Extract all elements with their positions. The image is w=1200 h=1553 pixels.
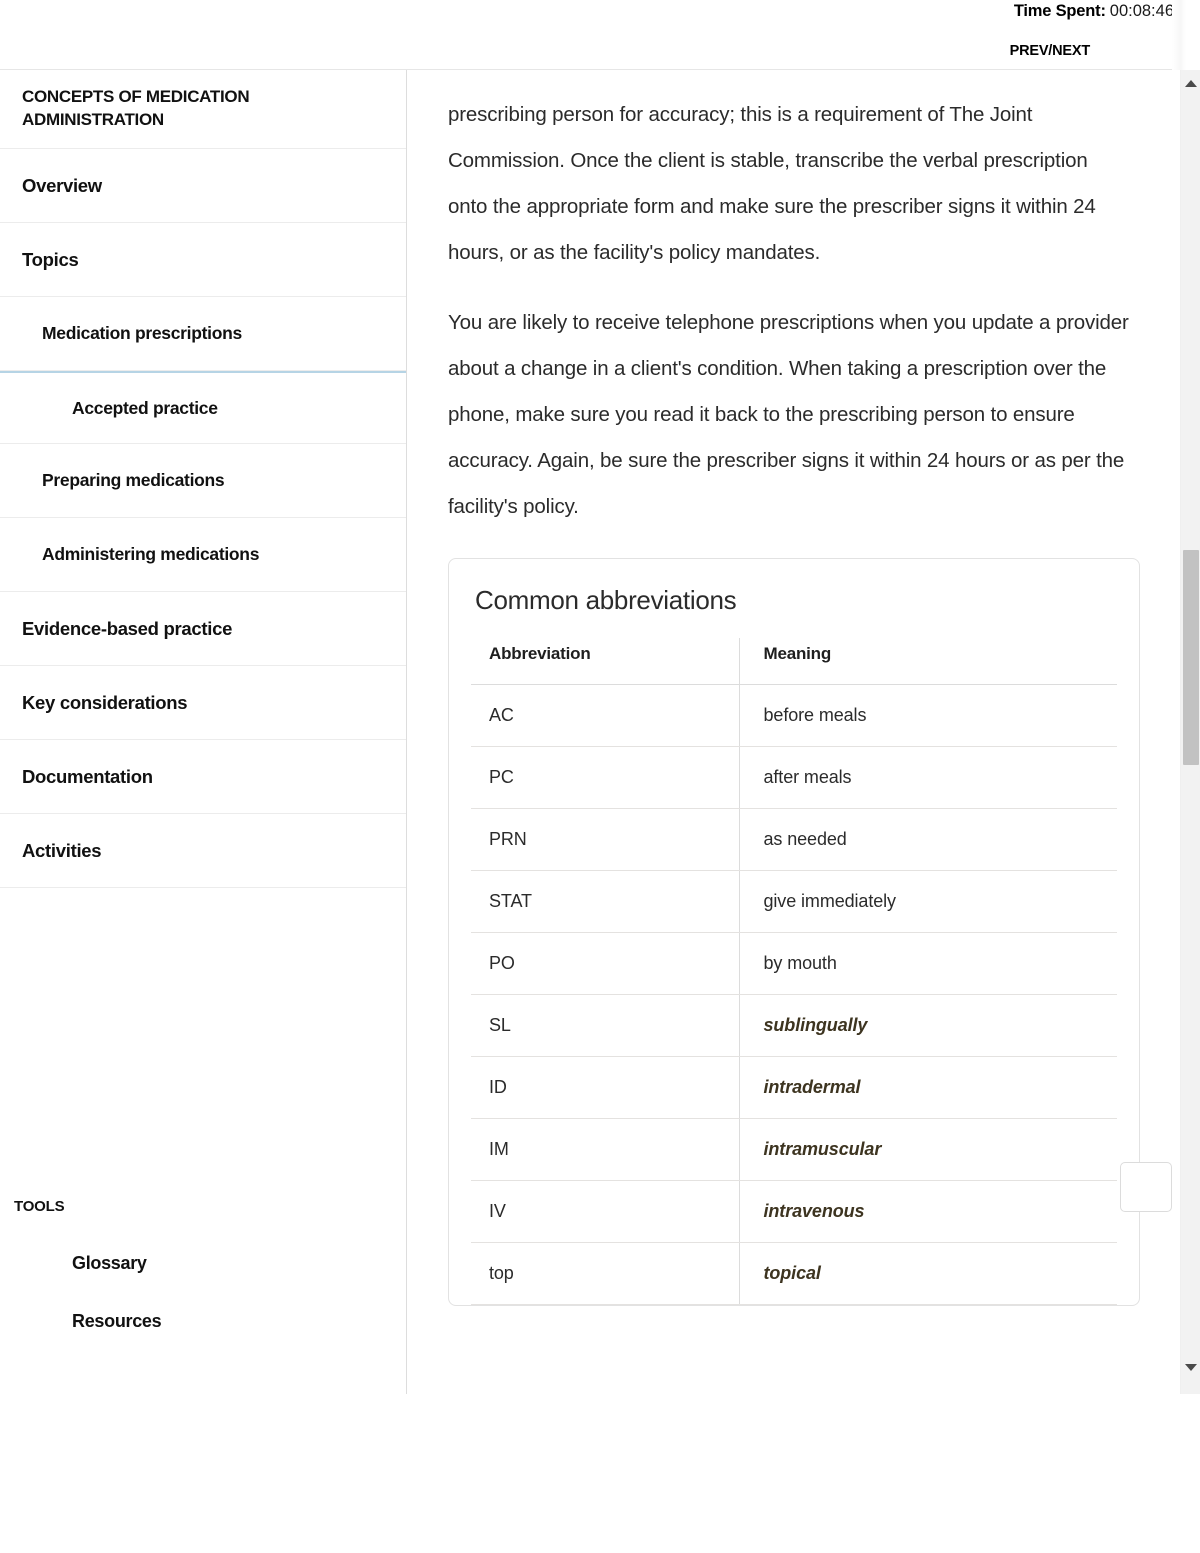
content-paragraph-2: You are likely to receive telephone pres…	[448, 311, 1129, 518]
cell-meaning: give immediately	[738, 870, 1117, 933]
table-row: top topical	[471, 1242, 1117, 1305]
cell-abbreviation: PO	[471, 932, 739, 995]
cell-abbreviation: top	[471, 1242, 739, 1305]
header-edge-strip	[1172, 0, 1186, 70]
sidebar-item-label: Medication prescriptions	[42, 323, 242, 343]
sidebar-item-label: Evidence-based practice	[22, 617, 233, 639]
meaning-text: give immediately	[763, 891, 897, 911]
page-root: Time Spent: 00:08:46 PREV/NEXT CONCEPTS …	[0, 0, 1200, 1553]
cell-meaning: by mouth	[738, 932, 1117, 995]
cell-abbreviation: IV	[471, 1180, 739, 1243]
common-abbreviations-card: Common abbreviations Abbreviation Meanin…	[448, 558, 1140, 1306]
cell-abbreviation: SL	[471, 994, 739, 1057]
sidebar-item-key-considerations[interactable]: Key considerations	[0, 666, 406, 740]
cell-abbreviation: STAT	[471, 870, 739, 933]
tool-item-label: Resources	[72, 1310, 162, 1331]
table-row: PO by mouth	[471, 932, 1117, 995]
sidebar-item-medication-prescriptions[interactable]: Medication prescriptions	[0, 297, 406, 371]
sidebar-tool-resources[interactable]: Resources	[0, 1292, 406, 1350]
table-row: ID intradermal	[471, 1056, 1117, 1119]
meaning-text: intradermal	[763, 1077, 861, 1097]
sidebar-item-administering-medications[interactable]: Administering medications	[0, 518, 406, 592]
triangle-down-icon	[1185, 1363, 1197, 1371]
sidebar-item-preparing-medications[interactable]: Preparing medications	[0, 444, 406, 518]
sidebar-item-label: Activities	[22, 839, 102, 861]
prev-next-button[interactable]: PREV/NEXT	[1010, 43, 1091, 59]
meaning-text: intramuscular	[763, 1139, 882, 1159]
cell-meaning: after meals	[738, 746, 1117, 809]
table-row: PRN as needed	[471, 808, 1117, 871]
tool-item-label: Glossary	[72, 1252, 147, 1273]
cell-abbreviation: PRN	[471, 808, 739, 871]
sidebar-course-title: CONCEPTS OF MEDICATION ADMINISTRATION	[0, 70, 406, 149]
table-row: IV intravenous	[471, 1180, 1117, 1243]
sidebar-item-overview[interactable]: Overview	[0, 149, 406, 223]
sidebar-tools-heading: TOOLS	[0, 1178, 406, 1234]
tools-heading-text: TOOLS	[14, 1197, 65, 1215]
meaning-text: topical	[763, 1263, 821, 1283]
cell-abbreviation: IM	[471, 1118, 739, 1181]
meaning-text: sublingually	[763, 1015, 868, 1035]
sidebar-item-label: Key considerations	[22, 691, 188, 713]
sidebar-item-activities[interactable]: Activities	[0, 814, 406, 888]
scroll-down-button[interactable]	[1181, 1358, 1200, 1376]
meaning-text: before meals	[763, 705, 867, 725]
content-corner-box[interactable]	[1120, 1162, 1172, 1212]
sidebar-item-documentation[interactable]: Documentation	[0, 740, 406, 814]
cell-meaning: intramuscular	[738, 1118, 1117, 1181]
scroll-up-button[interactable]	[1181, 74, 1200, 92]
scrollbar-thumb[interactable]	[1183, 550, 1199, 765]
sidebar-spacer	[0, 888, 406, 1178]
cell-meaning: topical	[738, 1242, 1117, 1305]
table-row: AC before meals	[471, 684, 1117, 747]
table-row: STAT give immediately	[471, 870, 1117, 933]
triangle-up-icon	[1185, 79, 1197, 87]
table-header-row: Abbreviation Meaning	[471, 638, 1117, 685]
meaning-text: as needed	[763, 829, 847, 849]
meaning-text: intravenous	[763, 1201, 865, 1221]
content-scrollbar[interactable]	[1180, 70, 1200, 1394]
time-spent-display: Time Spent: 00:08:46	[1014, 2, 1174, 21]
column-header-meaning: Meaning	[738, 638, 1117, 685]
cell-abbreviation: PC	[471, 746, 739, 809]
sidebar-tool-glossary[interactable]: Glossary	[0, 1234, 406, 1292]
cell-abbreviation: ID	[471, 1056, 739, 1119]
cell-meaning: sublingually	[738, 994, 1117, 1057]
content-paragraph-1: prescribing person for accuracy; this is…	[448, 103, 1096, 264]
column-header-abbreviation: Abbreviation	[471, 638, 739, 685]
course-viewport: CONCEPTS OF MEDICATION ADMINISTRATION Ov…	[0, 70, 1200, 1394]
cell-meaning: intradermal	[738, 1056, 1117, 1119]
course-sidebar: CONCEPTS OF MEDICATION ADMINISTRATION Ov…	[0, 70, 407, 1394]
meaning-text: after meals	[763, 767, 852, 787]
table-row: IM intramuscular	[471, 1118, 1117, 1181]
sidebar-item-accepted-practice[interactable]: Accepted practice	[0, 371, 406, 444]
meaning-text: by mouth	[763, 953, 837, 973]
top-header-bar: Time Spent: 00:08:46 PREV/NEXT	[0, 0, 1186, 70]
card-title: Common abbreviations	[475, 585, 737, 615]
table-row: SL sublingually	[471, 994, 1117, 1057]
cell-meaning: as needed	[738, 808, 1117, 871]
table-row: PC after meals	[471, 746, 1117, 809]
page-bottom-blank	[0, 1394, 1200, 1553]
sidebar-item-label: Preparing medications	[42, 470, 225, 490]
sidebar-item-label: Administering medications	[42, 544, 260, 564]
sidebar-item-evidence-based-practice[interactable]: Evidence-based practice	[0, 592, 406, 666]
sidebar-item-label: Topics	[22, 248, 79, 270]
course-title-text: CONCEPTS OF MEDICATION ADMINISTRATION	[22, 87, 250, 129]
sidebar-item-label: Accepted practice	[72, 397, 218, 418]
time-spent-value: 00:08:46	[1109, 2, 1174, 20]
abbreviations-table: Abbreviation Meaning AC before meals PC …	[471, 638, 1117, 1305]
cell-meaning: intravenous	[738, 1180, 1117, 1243]
abbreviations-table-body: AC before meals PC after meals PRN as ne…	[471, 684, 1117, 1305]
sidebar-item-label: Overview	[22, 174, 102, 196]
sidebar-item-topics[interactable]: Topics	[0, 223, 406, 297]
lesson-content: prescribing person for accuracy; this is…	[408, 70, 1180, 1394]
sidebar-item-label: Documentation	[22, 765, 153, 787]
cell-meaning: before meals	[738, 684, 1117, 747]
time-spent-label: Time Spent:	[1013, 2, 1106, 20]
cell-abbreviation: AC	[471, 684, 739, 747]
